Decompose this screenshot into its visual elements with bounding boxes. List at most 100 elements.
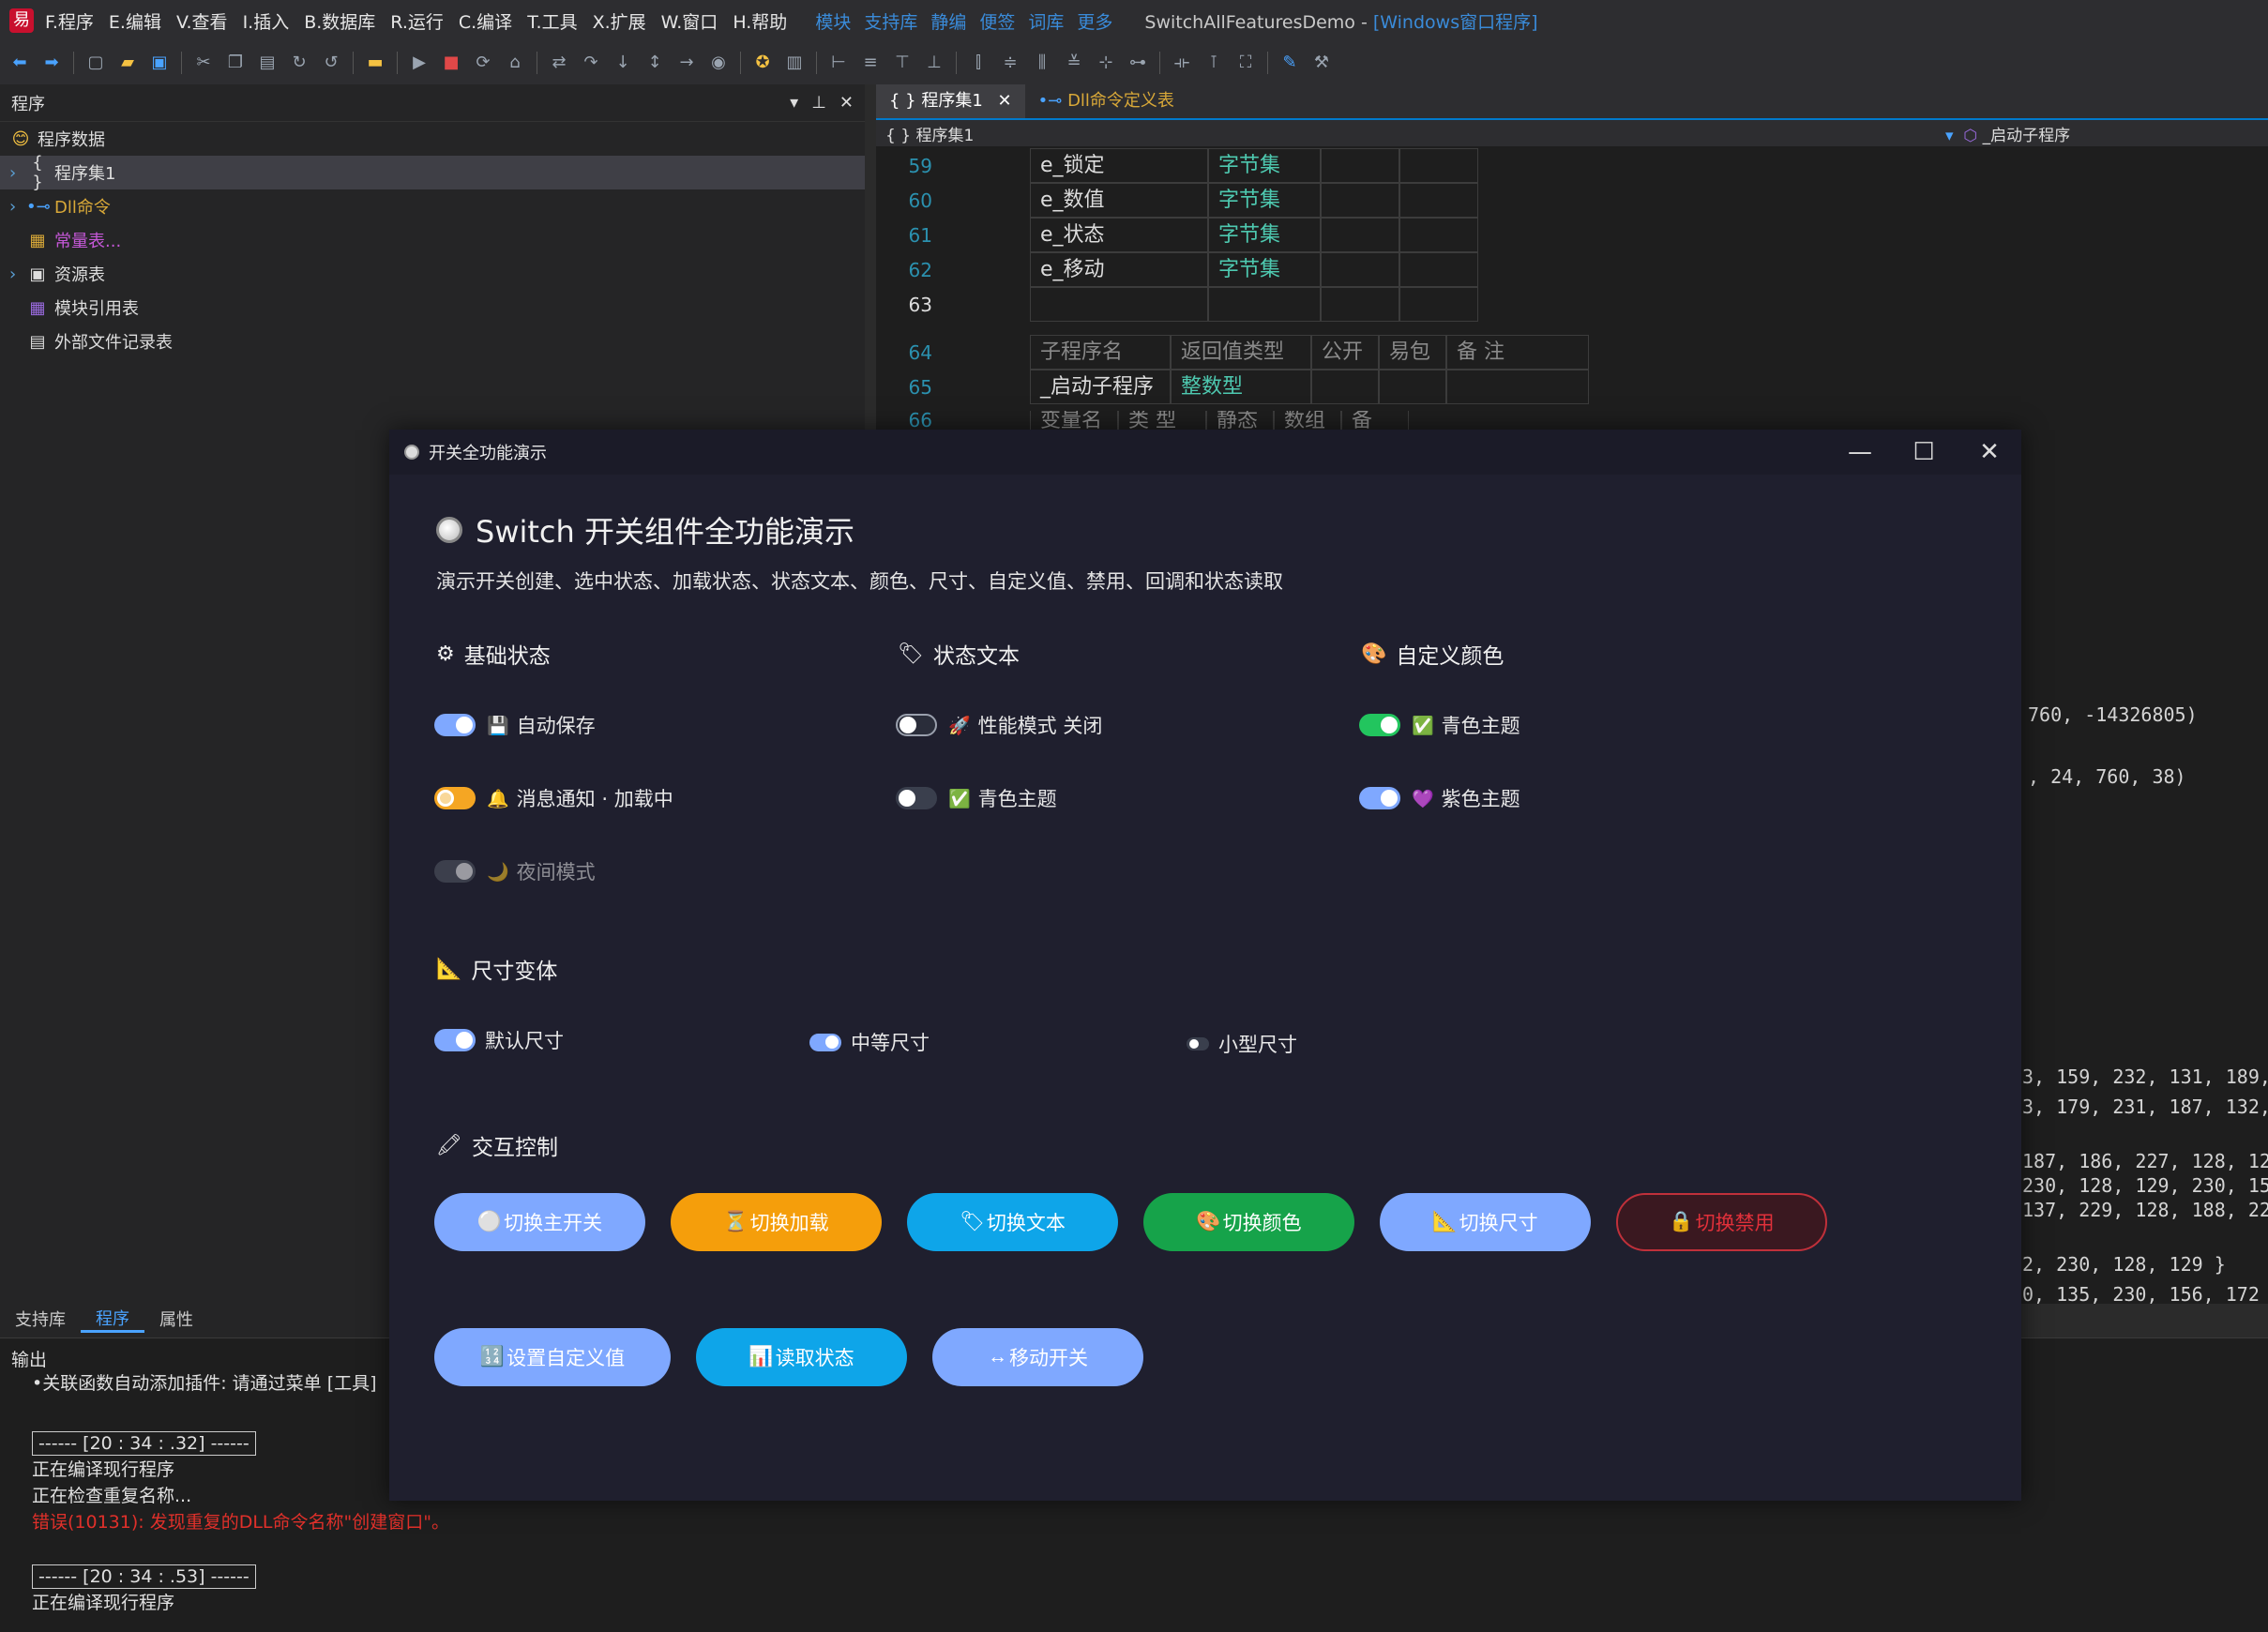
tab-properties[interactable]: 属性 — [144, 1307, 208, 1331]
fit-icon[interactable]: ⛶ — [1235, 53, 1256, 73]
link-notes[interactable]: 便签 — [979, 8, 1015, 34]
redo-icon[interactable]: ↻ — [289, 53, 310, 73]
code-row[interactable]: 63 — [876, 287, 1478, 322]
menu-compile[interactable]: C.编译 — [459, 8, 512, 34]
toggle-text-button[interactable]: 🏷 切换文本 — [907, 1193, 1118, 1251]
code-row[interactable]: 60 e_数值 字节集 — [876, 183, 1478, 218]
expand-icon[interactable]: › — [9, 264, 26, 284]
breakpoint-icon[interactable]: ◉ — [708, 53, 729, 73]
notify-switch[interactable] — [434, 787, 476, 809]
same-width-icon[interactable]: ⫼ — [1032, 53, 1052, 73]
toggle-disabled-button[interactable]: 🔒 切换禁用 — [1616, 1193, 1827, 1251]
size-medium-switch[interactable] — [809, 1033, 841, 1051]
tab-assembly[interactable]: { } 程序集1 ✕ — [876, 84, 1025, 118]
pen-icon[interactable]: ✎ — [1279, 53, 1300, 73]
expand-icon[interactable]: › — [9, 197, 26, 217]
tree-item-external-files[interactable]: ▤ 外部文件记录表 — [0, 325, 865, 358]
set-custom-value-button[interactable]: 🔢 设置自定义值 — [434, 1328, 671, 1386]
purple-theme-switch[interactable] — [1359, 787, 1400, 809]
tree-item-modules[interactable]: ▦ 模块引用表 — [0, 291, 865, 325]
cyan-theme-switch-2[interactable] — [1359, 714, 1400, 736]
forward-icon[interactable]: ➡ — [41, 53, 62, 73]
menu-run[interactable]: R.运行 — [390, 8, 444, 34]
perf-switch[interactable] — [896, 714, 937, 736]
distribute-v-icon[interactable]: ≑ — [1000, 53, 1021, 73]
same-height-icon[interactable]: ≚ — [1064, 53, 1084, 73]
link-dict[interactable]: 词库 — [1028, 8, 1064, 34]
close-panel-icon[interactable]: ✕ — [839, 93, 854, 113]
align-icon[interactable]: ▥ — [784, 53, 805, 73]
size-small-switch[interactable] — [1187, 1037, 1209, 1050]
step-out-icon[interactable]: ↕ — [644, 53, 665, 73]
distribute-h-icon[interactable]: ⫿ — [968, 53, 989, 73]
space-h-icon[interactable]: ⟛ — [1172, 53, 1192, 73]
align-center-icon[interactable]: ≡ — [860, 53, 881, 73]
run-icon[interactable]: ▶ — [409, 53, 430, 73]
menu-insert[interactable]: I.插入 — [243, 8, 290, 34]
back-icon[interactable]: ⬅ — [9, 53, 30, 73]
tab-program[interactable]: 程序 — [81, 1306, 144, 1333]
tree-item-assembly[interactable]: ›{ } 程序集1 — [0, 153, 865, 192]
read-state-button[interactable]: 📊 读取状态 — [696, 1328, 907, 1386]
menu-database[interactable]: B.数据库 — [304, 8, 375, 34]
tree-item-program-data[interactable]: 😊 程序数据 — [0, 122, 865, 156]
folder-icon[interactable]: ▬ — [365, 53, 386, 73]
restart-icon[interactable]: ⟳ — [473, 53, 493, 73]
bulb-icon[interactable]: ✪ — [752, 53, 773, 73]
maximize-button[interactable]: ☐ — [1892, 430, 1956, 475]
code-row[interactable]: 65 _启动子程序 整数型 — [876, 370, 1589, 404]
step-into-icon[interactable]: ↓ — [612, 53, 633, 73]
cyan-theme-switch-1[interactable] — [896, 787, 937, 809]
tools-icon[interactable]: ⚒ — [1311, 53, 1332, 73]
open-icon[interactable]: ▰ — [117, 53, 138, 73]
dropdown-icon[interactable]: ▾ — [790, 93, 798, 113]
stop-icon[interactable]: ■ — [441, 53, 461, 73]
cut-icon[interactable]: ✂ — [193, 53, 214, 73]
expand-icon[interactable]: › — [9, 163, 26, 183]
tab-support-lib[interactable]: 支持库 — [0, 1307, 81, 1331]
align-top-icon[interactable]: ⊤ — [892, 53, 913, 73]
toggle-loading-button[interactable]: ⏳ 切换加载 — [671, 1193, 882, 1251]
paste-icon[interactable]: ▤ — [257, 53, 278, 73]
move-switch-button[interactable]: ↔ 移动开关 — [932, 1328, 1143, 1386]
menu-view[interactable]: V.查看 — [176, 8, 228, 34]
tree-item-resources[interactable]: › ▣ 资源表 — [0, 257, 865, 291]
close-tab-icon[interactable]: ✕ — [998, 91, 1012, 111]
step-over-icon[interactable]: ↷ — [581, 53, 601, 73]
code-row[interactable]: 66变量名类 型静态数组备 注 — [876, 411, 1409, 430]
tree-item-dll[interactable]: › •⊸ Dll命令 — [0, 189, 865, 223]
autosave-switch[interactable] — [434, 714, 476, 736]
center-v-icon[interactable]: ⊶ — [1127, 53, 1148, 73]
align-bottom-icon[interactable]: ⊥ — [924, 53, 945, 73]
menu-extend[interactable]: X.扩展 — [593, 8, 646, 34]
undo-icon[interactable]: ↺ — [321, 53, 341, 73]
toggle-color-button[interactable]: 🎨 切换颜色 — [1143, 1193, 1354, 1251]
minimize-button[interactable]: — — [1828, 430, 1892, 475]
menu-help[interactable]: H.帮助 — [733, 8, 787, 34]
breadcrumb[interactable]: { } 程序集1 — [885, 122, 974, 145]
pin-icon[interactable]: ⊥ — [811, 93, 826, 113]
toggle-size-button[interactable]: 📐 切换尺寸 — [1380, 1193, 1591, 1251]
code-row[interactable]: 59 e_锁定 字节集 — [876, 148, 1478, 183]
link-more[interactable]: 更多 — [1077, 8, 1112, 34]
size-default-switch[interactable] — [434, 1029, 476, 1051]
link-module[interactable]: 模块 — [815, 8, 851, 34]
menu-edit[interactable]: E.编辑 — [109, 8, 161, 34]
space-v-icon[interactable]: ⊺ — [1203, 53, 1224, 73]
copy-icon[interactable]: ❐ — [225, 53, 246, 73]
arrow-right-icon[interactable]: → — [676, 53, 697, 73]
code-row[interactable]: 62 e_移动 字节集 — [876, 252, 1478, 287]
center-h-icon[interactable]: ⊹ — [1096, 53, 1116, 73]
menu-window[interactable]: W.窗口 — [661, 8, 718, 34]
save-icon[interactable]: ▣ — [149, 53, 170, 73]
code-row[interactable]: 64 子程序名 返回值类型 公开 易包备 注 — [876, 335, 1589, 370]
code-row[interactable]: 61 e_状态 字节集 — [876, 218, 1478, 252]
link-static[interactable]: 静编 — [930, 8, 966, 34]
menu-tools[interactable]: T.工具 — [527, 8, 577, 34]
close-button[interactable]: ✕ — [1958, 430, 2021, 475]
sub-selector[interactable]: ▾ ⬡ _启动子程序 — [1945, 122, 2070, 145]
step-icon[interactable]: ⇄ — [549, 53, 569, 73]
tab-dll-defs[interactable]: •⊸ Dll命令定义表 — [1025, 84, 1187, 118]
link-support-lib[interactable]: 支持库 — [864, 8, 917, 34]
align-left-icon[interactable]: ⊢ — [828, 53, 849, 73]
